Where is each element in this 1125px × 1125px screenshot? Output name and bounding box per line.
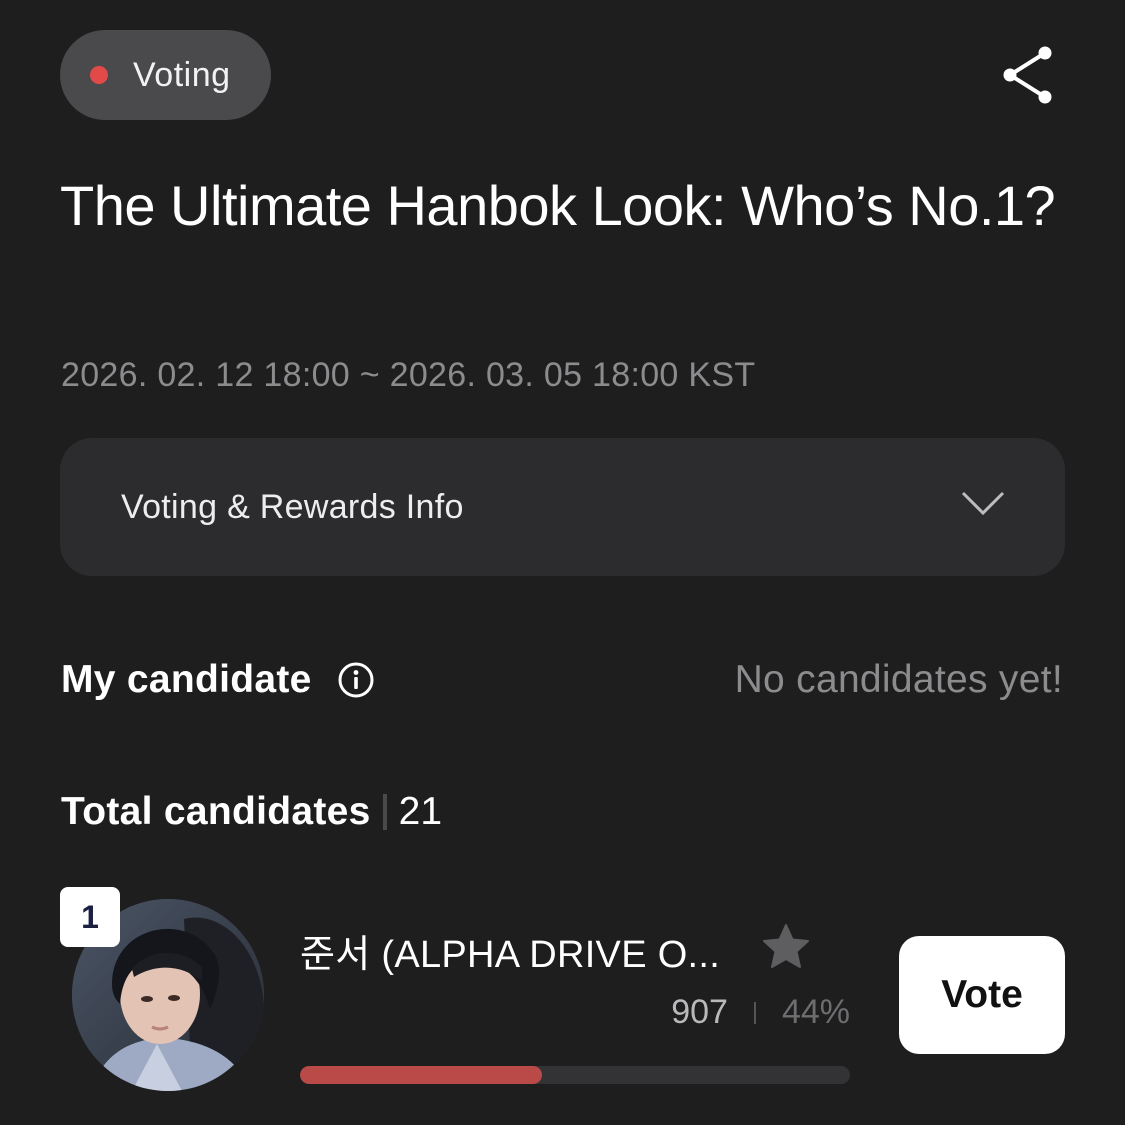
my-candidate-heading: My candidate [61, 658, 312, 701]
vote-stats: 907 44% [650, 993, 850, 1032]
share-icon [1003, 46, 1052, 104]
page-title: The Ultimate Hanbok Look: Who’s No.1? [60, 174, 1056, 237]
total-candidates-heading: Total candidates [61, 790, 371, 833]
share-button[interactable] [996, 42, 1062, 108]
divider [382, 794, 387, 830]
status-badge: Voting [60, 30, 271, 120]
total-candidates-count: 21 [398, 790, 443, 833]
vote-count: 907 [671, 993, 728, 1031]
status-dot [90, 66, 108, 84]
info-icon[interactable] [338, 662, 374, 698]
candidate-name[interactable]: 준서 (ALPHA DRIVE O... [300, 923, 720, 978]
my-candidate-section: My candidate No candidates yet! [61, 650, 1063, 710]
chevron-down-icon [961, 491, 1005, 516]
vote-button[interactable]: Vote [899, 936, 1065, 1054]
vote-progress-bar [300, 1066, 850, 1084]
vote-progress-fill [300, 1066, 542, 1084]
accordion-label: Voting & Rewards Info [121, 487, 464, 526]
total-candidates-section: Total candidates 21 [61, 782, 442, 842]
rank-badge: 1 [60, 887, 120, 947]
star-icon[interactable] [760, 921, 812, 973]
voting-period: 2026. 02. 12 18:00 ~ 2026. 03. 05 18:00 … [61, 356, 756, 394]
no-candidates-text: No candidates yet! [734, 658, 1063, 701]
status-label: Voting [133, 55, 231, 94]
candidate-row: 1 준서 (ALPHA DRIVE O... 907 44% Vote [60, 887, 1065, 1097]
vote-percent: 44% [781, 993, 850, 1031]
divider [753, 1001, 756, 1024]
voting-rewards-info-accordion[interactable]: Voting & Rewards Info [60, 438, 1065, 576]
